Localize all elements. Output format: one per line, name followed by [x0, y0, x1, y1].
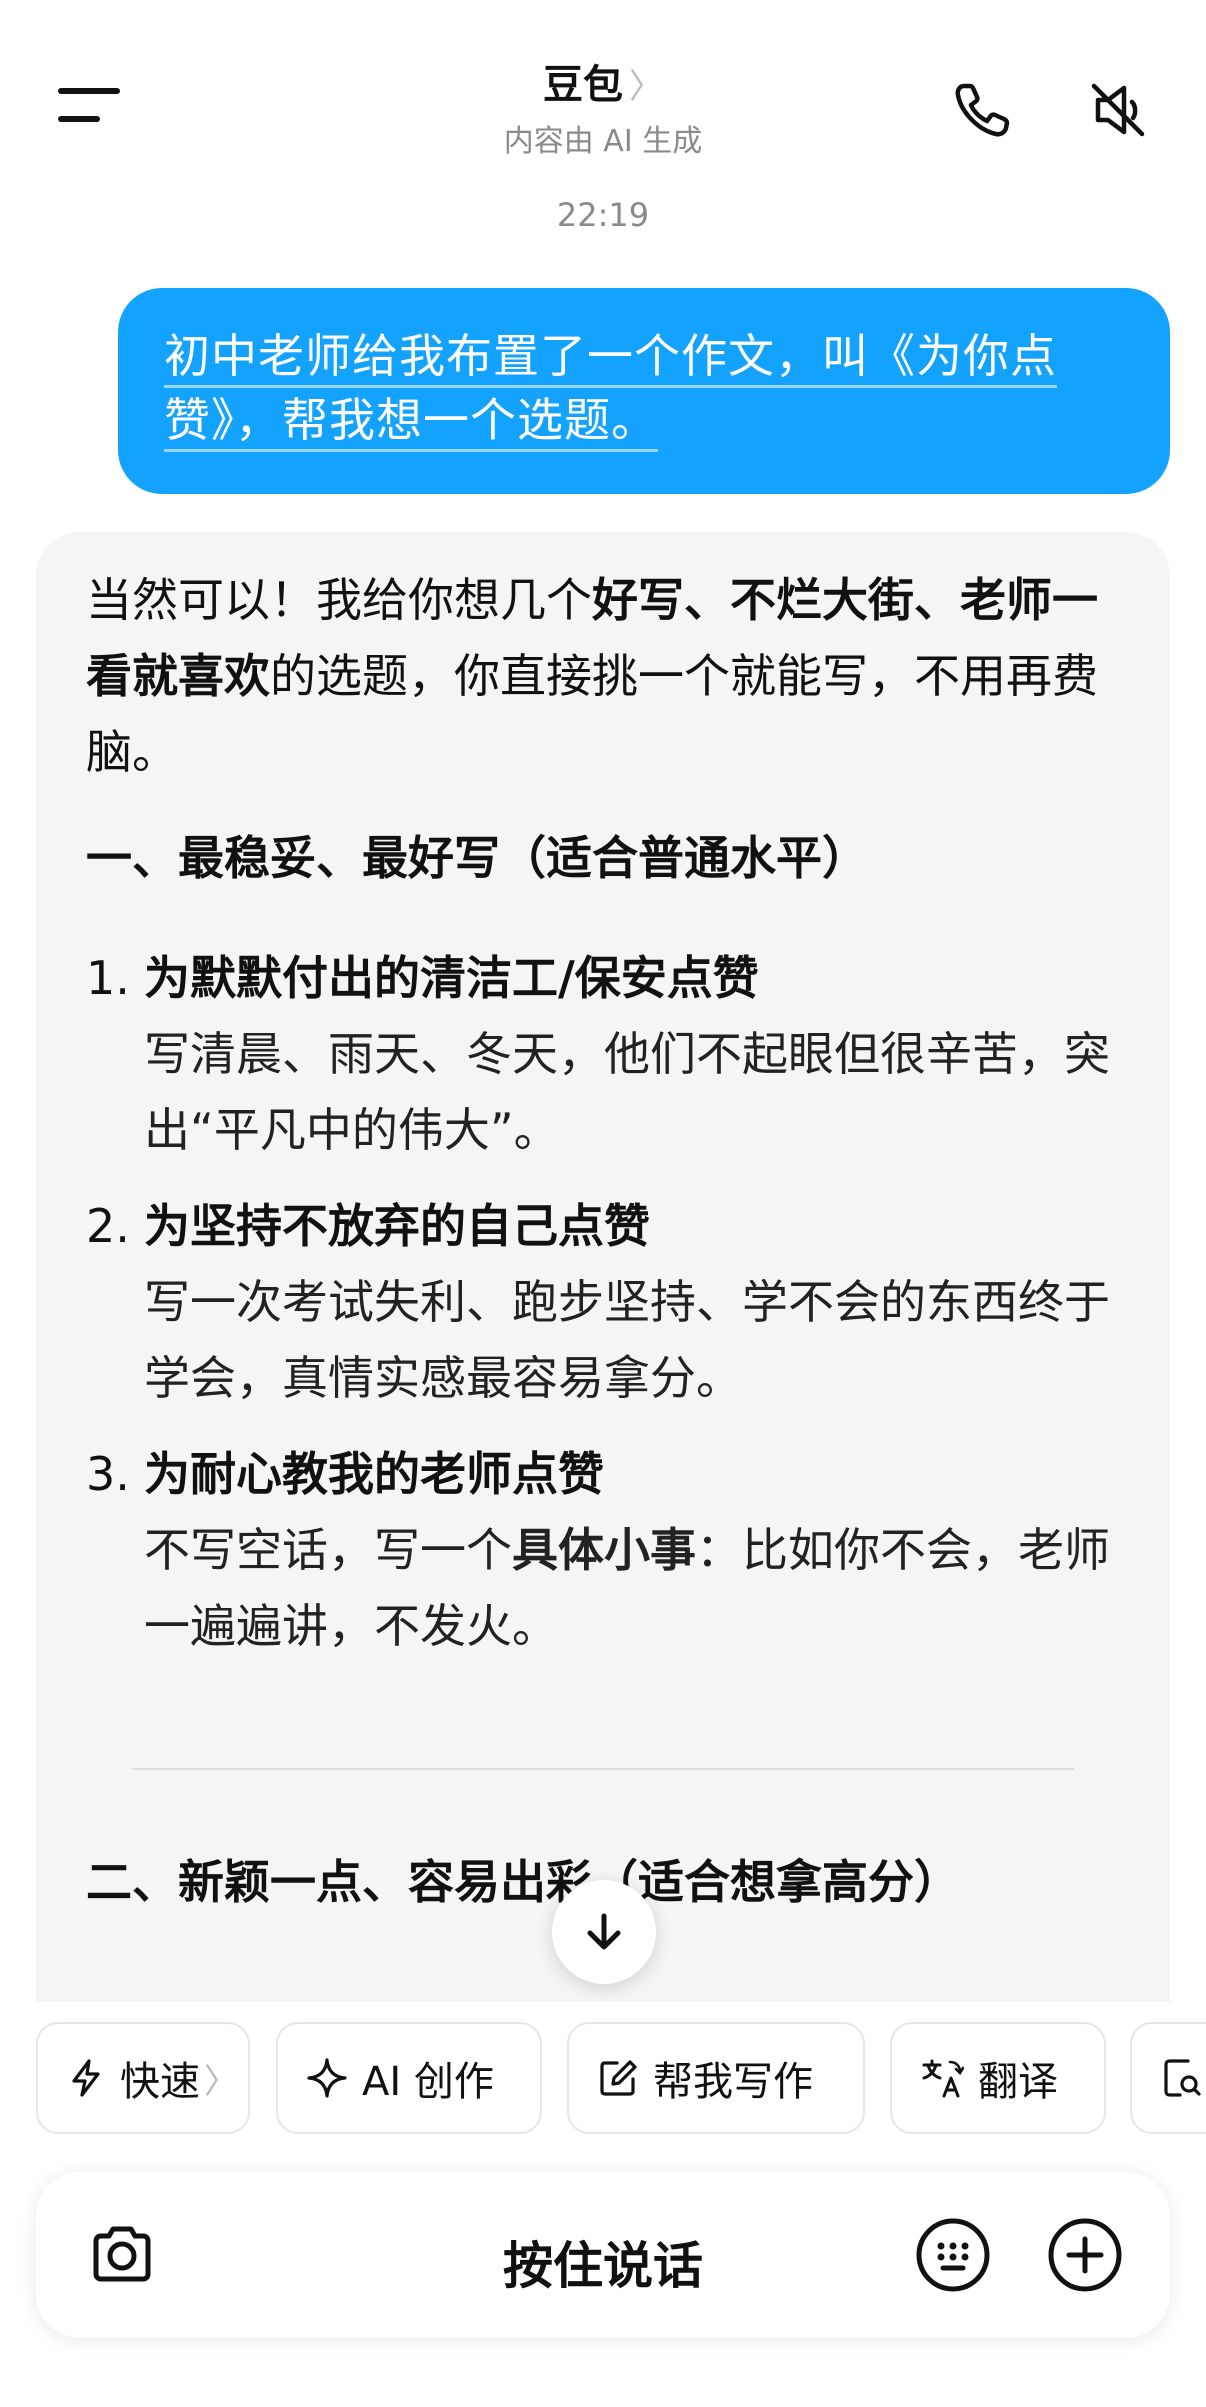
hold-to-talk-button[interactable]: 按住说话: [36, 2226, 1170, 2298]
translate-icon: [922, 2059, 964, 2098]
list-item-desc: 写一次考试失利、跑步坚持、学不会的东西终于学会，真情实感最容易拿分。: [144, 1275, 1110, 1405]
scroll-to-bottom-button[interactable]: [552, 1880, 656, 1984]
list-item-title: 为坚持不放弃的自己点赞: [144, 1199, 650, 1253]
intro-text: 当然可以！我给你想几个: [86, 573, 592, 627]
list-item: 3. 为耐心教我的老师点赞 不写空话，写一个具体小事：比如你不会，老师一遍遍讲，…: [86, 1436, 1126, 1664]
chat-title[interactable]: 豆包: [543, 52, 623, 110]
desc-text: 不写空话，写一个: [144, 1523, 512, 1577]
list-item-title: 为耐心教我的老师点赞: [144, 1447, 604, 1501]
chip-ai-create[interactable]: AI 创作: [276, 2022, 542, 2134]
list-number: 2.: [86, 1199, 130, 1253]
plus-icon[interactable]: [1046, 2216, 1124, 2294]
assistant-message-card[interactable]: 当然可以！我给你想几个好写、不烂大街、老师一看就喜欢的选题，你直接挑一个就能写，…: [36, 532, 1170, 2002]
edit-icon: [600, 2060, 637, 2096]
list-item: 2. 为坚持不放弃的自己点赞 写一次考试失利、跑步坚持、学不会的东西终于学会，真…: [86, 1188, 1126, 1416]
input-bar: 按住说话: [36, 2172, 1170, 2338]
chip-fast[interactable]: 快速〉: [36, 2022, 250, 2134]
lightning-icon: [72, 2059, 100, 2097]
list-item-title: 为默默付出的清洁工/保安点赞: [144, 951, 759, 1005]
chip-translate[interactable]: 翻译: [890, 2022, 1106, 2134]
ai-generated-notice: 内容由 AI 生成: [503, 124, 703, 159]
list-item-desc: 不写空话，写一个具体小事：比如你不会，老师一遍遍讲，不发火。: [144, 1512, 1126, 1664]
chevron-right-icon: 〉: [629, 67, 663, 107]
chat-header: 豆包〉 内容由 AI 生成: [0, 0, 1206, 175]
list-number: 3.: [86, 1447, 130, 1501]
chip-label: AI 创作: [362, 2059, 494, 2105]
arrow-down-icon: [587, 1913, 621, 1950]
chip-label: 翻译: [978, 2059, 1058, 2105]
chip-document-search[interactable]: [1130, 2022, 1206, 2134]
assistant-intro: 当然可以！我给你想几个好写、不烂大街、老师一看就喜欢的选题，你直接挑一个就能写，…: [86, 562, 1126, 790]
chat-title-area[interactable]: 豆包〉: [0, 52, 1206, 110]
list-number: 1.: [86, 951, 130, 1005]
speaker-mute-icon[interactable]: [1086, 78, 1150, 142]
sparkle-icon: [307, 2058, 347, 2098]
chip-help-write[interactable]: 帮我写作: [567, 2022, 865, 2134]
divider: [132, 1768, 1074, 1770]
list-item: 1. 为默默付出的清洁工/保安点赞 写清晨、雨天、冬天，他们不起眼但很辛苦，突出…: [86, 940, 1126, 1168]
chip-label: 快速: [120, 2059, 200, 2105]
chip-label: 帮我写作: [653, 2059, 813, 2105]
user-message-text: 初中老师给我布置了一个作文，叫《为你点赞》，帮我想一个选题。: [164, 329, 1057, 452]
chevron-right-icon: 〉: [204, 2061, 238, 2102]
section-heading-2: 二、新颖一点、容易出彩（适合想拿高分）: [86, 1855, 960, 1909]
desc-bold-text: 具体小事: [512, 1523, 696, 1577]
phone-icon[interactable]: [950, 78, 1014, 142]
section-heading-1: 一、最稳妥、最好写（适合普通水平）: [86, 831, 868, 885]
document-search-icon: [1164, 2059, 1201, 2097]
quick-actions-bar: 快速〉 AI 创作 帮我写作 翻译: [0, 2002, 1206, 2152]
keyboard-icon[interactable]: [914, 2216, 992, 2294]
message-timestamp: 22:19: [556, 196, 650, 234]
list-item-desc: 写清晨、雨天、冬天，他们不起眼但很辛苦，突出“平凡中的伟大”。: [144, 1027, 1110, 1157]
user-message-bubble[interactable]: 初中老师给我布置了一个作文，叫《为你点赞》，帮我想一个选题。: [118, 288, 1170, 494]
